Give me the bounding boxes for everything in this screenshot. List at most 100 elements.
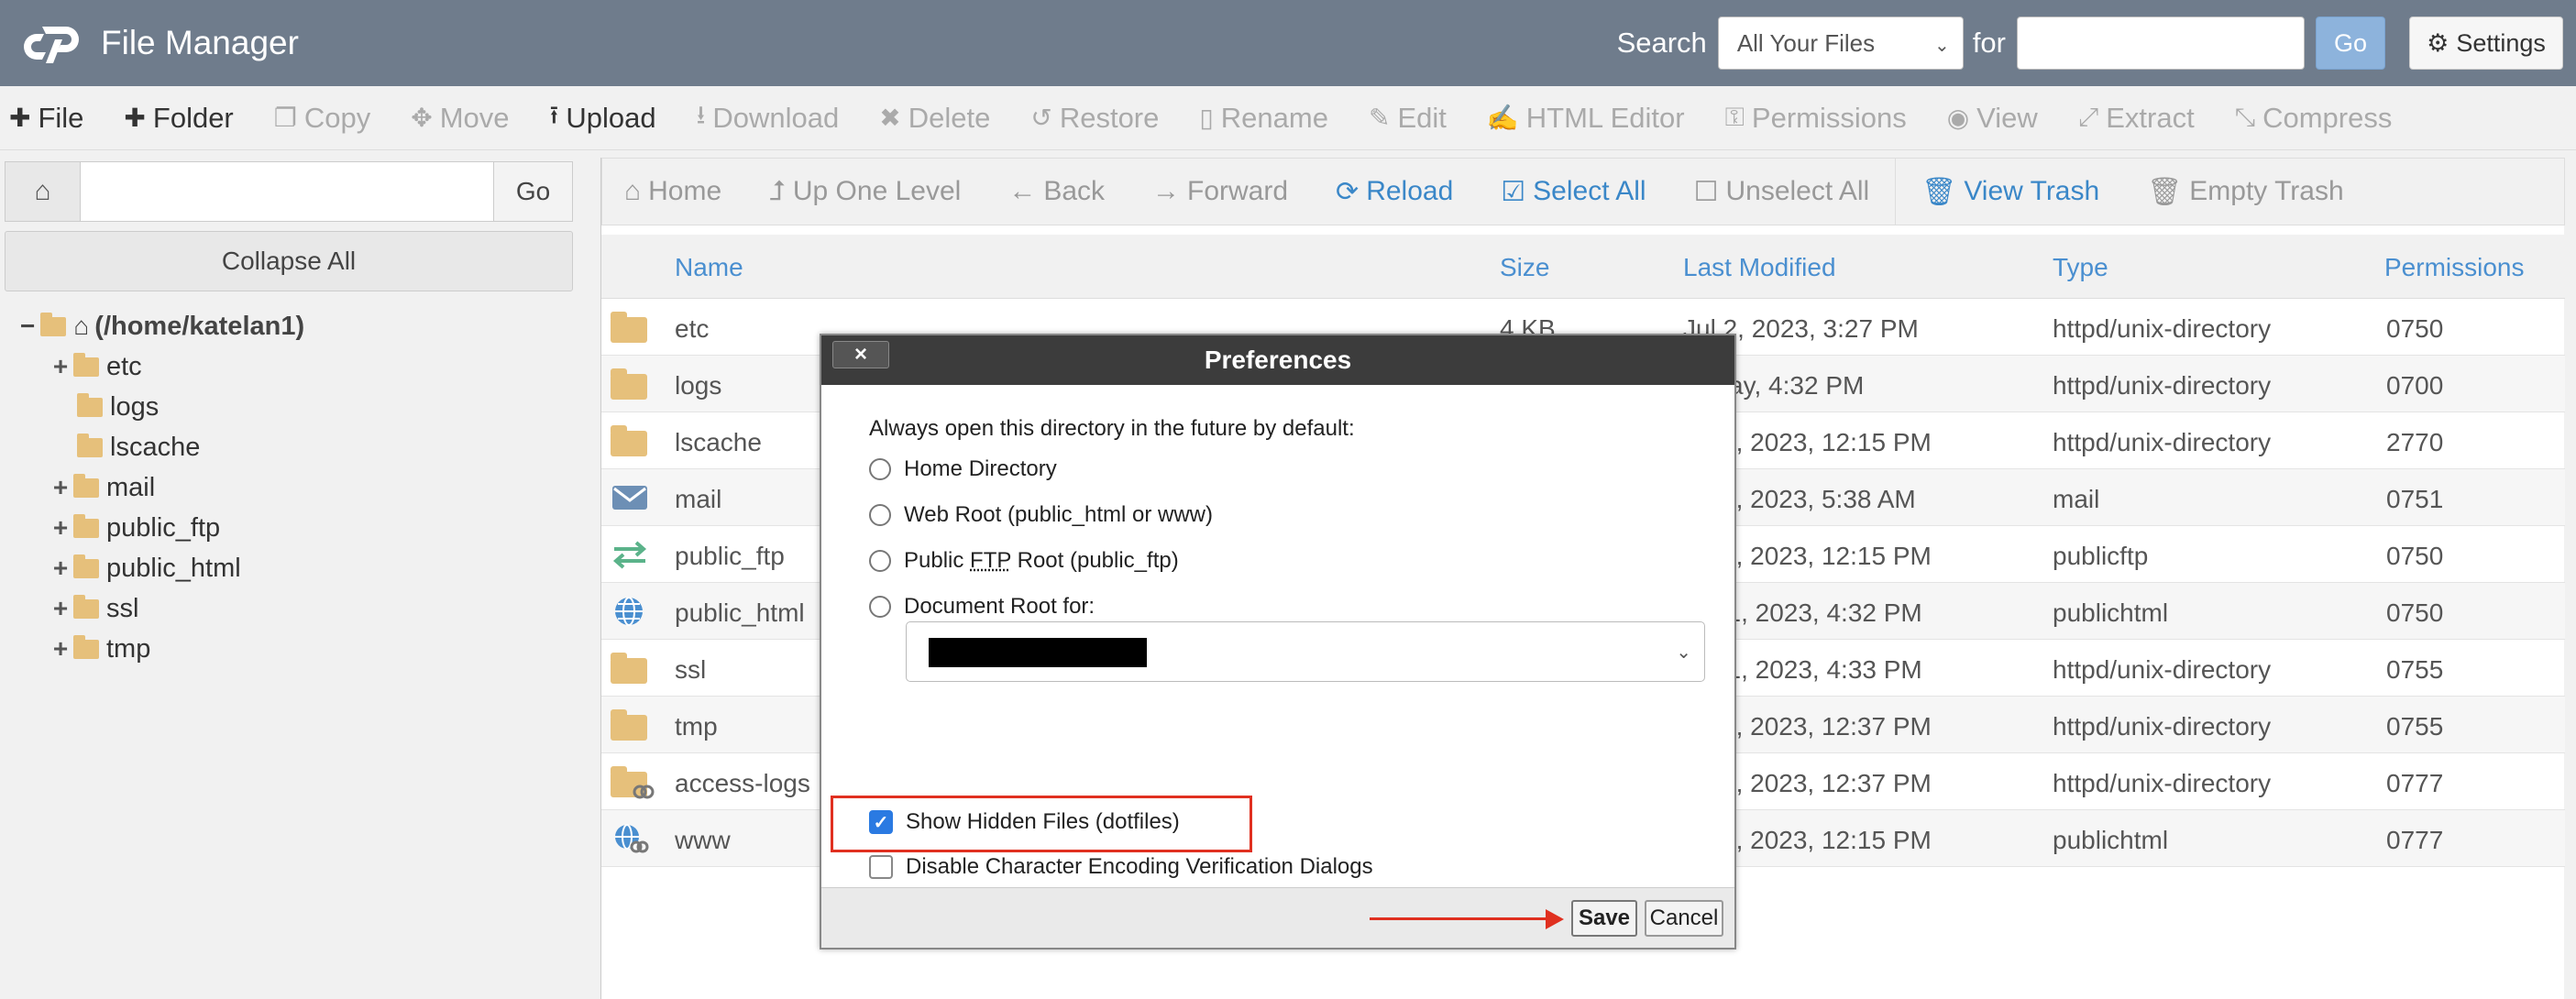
save-button[interactable]: Save xyxy=(1571,900,1637,937)
search-input[interactable] xyxy=(2017,16,2305,70)
view-trash-button[interactable]: 🗑 View Trash xyxy=(1921,176,2099,208)
compress-button[interactable]: ⤡ Compress xyxy=(2235,102,2393,135)
expand-plus-icon[interactable]: + xyxy=(51,473,70,502)
nav-home-button[interactable]: ⌂ Home xyxy=(624,176,721,207)
option-label: Home Directory xyxy=(904,456,1057,481)
html-editor-button[interactable]: ✍ HTML Editor xyxy=(1487,102,1685,135)
up-one-level-button[interactable]: ⮥ Up One Level xyxy=(769,176,961,207)
home-directory-option[interactable]: Home Directory xyxy=(869,456,1057,482)
document-root-select[interactable]: ⌄ xyxy=(906,621,1705,682)
tree-item-etc[interactable]: + etc xyxy=(51,346,142,387)
search-area: Search All Your Files ⌄ for Go ⚙ Setting… xyxy=(1617,15,2576,71)
folder-icon xyxy=(73,473,99,498)
path-go-button[interactable]: Go xyxy=(493,162,572,221)
key-icon: ⚿ xyxy=(1724,103,1745,131)
tree-item-label: lscache xyxy=(110,432,201,462)
plus-icon: ✚ xyxy=(9,104,31,132)
view-button[interactable]: ◉ View xyxy=(1947,102,2038,135)
empty-trash-button[interactable]: 🗑 Empty Trash xyxy=(2147,176,2343,208)
checkbox-checked[interactable]: ✓ xyxy=(869,810,893,834)
folder-icon xyxy=(611,709,649,741)
disable-encoding-verification-option[interactable]: Disable Character Encoding Verification … xyxy=(869,854,1373,880)
rename-button[interactable]: ▯ Rename xyxy=(1199,102,1328,135)
close-button[interactable]: × xyxy=(832,341,889,368)
file-permissions: 0750 xyxy=(2386,598,2444,627)
upload-icon: ⭱ xyxy=(549,100,559,129)
download-button[interactable]: ⭳ Download xyxy=(697,96,840,140)
app-title: File Manager xyxy=(101,24,299,61)
delete-button[interactable]: ✖ Delete xyxy=(879,102,990,135)
rename-icon: ▯ xyxy=(1199,104,1214,132)
file-permissions: 0751 xyxy=(2386,485,2444,513)
tree-item-public-html[interactable]: + public_html xyxy=(51,548,241,588)
path-input[interactable] xyxy=(81,162,493,221)
tree-root[interactable]: − ⌂ (/home/katelan1) xyxy=(20,306,304,346)
expand-plus-icon[interactable]: + xyxy=(51,634,70,664)
move-button[interactable]: ✥ Move xyxy=(411,102,509,135)
expand-plus-icon[interactable]: + xyxy=(51,352,70,381)
select-all-button[interactable]: ☑ Select All xyxy=(1501,176,1646,208)
settings-button[interactable]: ⚙ Settings xyxy=(2409,16,2563,70)
public-ftp-root-option[interactable]: Public FTP Root (public_ftp) xyxy=(869,548,1179,574)
cancel-button[interactable]: Cancel xyxy=(1645,900,1723,937)
extract-button[interactable]: ⤢ Extract xyxy=(2078,102,2195,135)
copy-button[interactable]: ❐ Copy xyxy=(274,102,370,135)
collapse-minus-icon[interactable]: − xyxy=(20,312,35,341)
nav-label: Home xyxy=(648,176,722,206)
tree-item-mail[interactable]: + mail xyxy=(51,467,155,508)
file-modified: 11, 2023, 4:33 PM xyxy=(1714,655,1922,684)
radio-button[interactable] xyxy=(869,504,891,526)
search-go-button[interactable]: Go xyxy=(2316,16,2385,70)
navigation-bar: ⌂ Home ⮥ Up One Level ← Back → Forward ⟳ Relo… xyxy=(601,158,2565,225)
globe-icon xyxy=(611,596,649,627)
unselect-all-button[interactable]: ☐ Unselect All xyxy=(1694,176,1870,208)
expand-plus-icon[interactable]: + xyxy=(51,513,70,543)
new-file-button[interactable]: ✚ File xyxy=(9,102,83,135)
collapse-all-button[interactable]: Collapse All xyxy=(5,231,573,291)
radio-button[interactable] xyxy=(869,458,891,480)
upload-button[interactable]: ⭱ Upload xyxy=(550,96,656,140)
tree-item-ssl[interactable]: + ssl xyxy=(51,588,139,629)
tree-item-logs[interactable]: logs xyxy=(77,387,159,427)
tree-item-lscache[interactable]: lscache xyxy=(77,427,200,467)
column-last-modified[interactable]: Last Modified xyxy=(1683,253,1836,282)
directory-tree-panel: ⌂ Go Collapse All − ⌂ (/home/katelan1) +… xyxy=(0,150,587,999)
column-type[interactable]: Type xyxy=(2053,253,2108,282)
column-size[interactable]: Size xyxy=(1500,253,1549,282)
expand-plus-icon[interactable]: + xyxy=(51,594,70,623)
restore-button[interactable]: ↺ Restore xyxy=(1030,102,1159,135)
new-folder-button[interactable]: ✚ Folder xyxy=(124,102,233,135)
tree-item-tmp[interactable]: + tmp xyxy=(51,629,151,669)
redacted-domain xyxy=(929,638,1147,667)
document-root-option[interactable]: Document Root for: xyxy=(869,594,1095,620)
transfer-icon xyxy=(611,539,649,570)
tree-item-public-ftp[interactable]: + public_ftp xyxy=(51,508,220,548)
show-hidden-files-option[interactable]: ✓ Show Hidden Files (dotfiles) xyxy=(869,809,1180,835)
dialog-title: Preferences xyxy=(1204,346,1352,374)
checkbox[interactable] xyxy=(869,855,893,879)
radio-button[interactable] xyxy=(869,596,891,618)
web-root-option[interactable]: Web Root (public_html or www) xyxy=(869,502,1213,528)
radio-button[interactable] xyxy=(869,550,891,572)
file-modified: 3, 2023, 12:15 PM xyxy=(1722,826,1932,854)
column-permissions[interactable]: Permissions xyxy=(2384,253,2524,282)
permissions-button[interactable]: ⚿ Permissions xyxy=(1725,102,1907,135)
forward-button[interactable]: → Forward xyxy=(1152,176,1288,207)
column-name[interactable]: Name xyxy=(675,253,743,282)
file-type: httpd/unix-directory xyxy=(2053,655,2272,684)
back-button[interactable]: ← Back xyxy=(1008,176,1105,207)
file-modified: 3, 2023, 12:37 PM xyxy=(1722,769,1932,797)
option-label: Web Root (public_html or www) xyxy=(904,502,1213,527)
home-icon[interactable]: ⌂ xyxy=(6,162,81,221)
file-name: lscache xyxy=(675,428,762,456)
reload-button[interactable]: ⟳ Reload xyxy=(1336,176,1453,208)
edit-button[interactable]: ✎ Edit xyxy=(1369,102,1447,135)
file-name: etc xyxy=(675,314,710,343)
search-scope-select[interactable]: All Your Files ⌄ xyxy=(1717,16,1964,70)
action-toolbar: ✚ File ✚ Folder ❐ Copy ✥ Move ⭱ Upload ⭳ Downl… xyxy=(0,86,2576,150)
expand-plus-icon[interactable]: + xyxy=(51,554,70,583)
folder-icon xyxy=(73,634,99,659)
cpanel-logo[interactable]: File Manager xyxy=(22,19,299,67)
edit-icon: ✎ xyxy=(1368,104,1391,132)
copy-icon: ❐ xyxy=(273,104,297,132)
